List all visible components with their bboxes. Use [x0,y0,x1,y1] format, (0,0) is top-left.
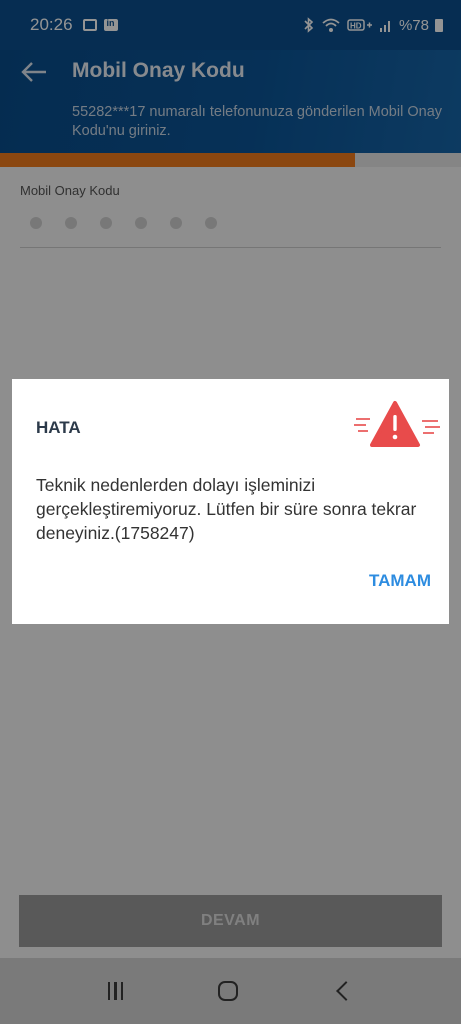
warning-icon [354,401,440,447]
back-icon[interactable] [336,981,357,1001]
dialog-title: HATA [36,418,81,437]
dialog-message: Teknik nedenlerden dolayı işleminizi ger… [36,475,417,543]
home-icon[interactable] [218,981,239,1001]
recents-icon[interactable] [107,982,124,1000]
error-dialog: HATA Teknik nedenlerden dolayı işleminiz… [12,379,449,624]
system-nav-bar [0,958,461,1024]
dialog-ok-button[interactable]: TAMAM [369,571,431,591]
